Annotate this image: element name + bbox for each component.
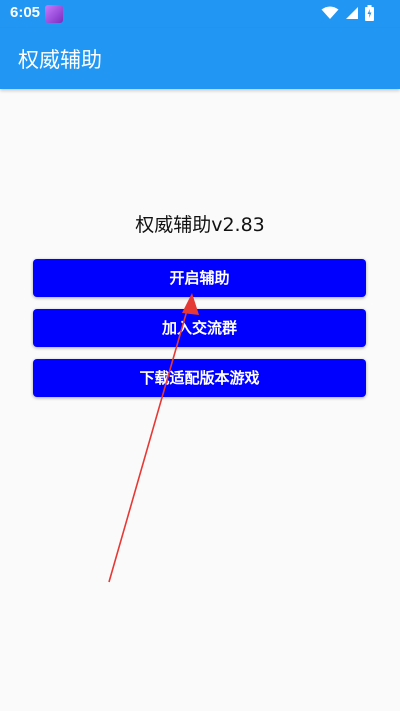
status-time: 6:05 (10, 4, 41, 21)
app-notification-icon (45, 5, 63, 23)
download-game-button[interactable]: 下载适配版本游戏 (33, 359, 366, 397)
status-icons (321, 5, 374, 21)
page-heading: 权威辅助v2.83 (135, 214, 265, 236)
wifi-icon (321, 6, 339, 19)
signal-icon (346, 7, 358, 19)
join-group-button[interactable]: 加入交流群 (33, 309, 366, 347)
status-bar: 6:05 (0, 0, 400, 28)
app-title: 权威辅助 (18, 48, 102, 72)
app-bar: 权威辅助 (0, 28, 400, 89)
battery-icon (365, 5, 374, 21)
annotation-arrow (108, 293, 199, 583)
start-assist-button[interactable]: 开启辅助 (33, 259, 366, 297)
